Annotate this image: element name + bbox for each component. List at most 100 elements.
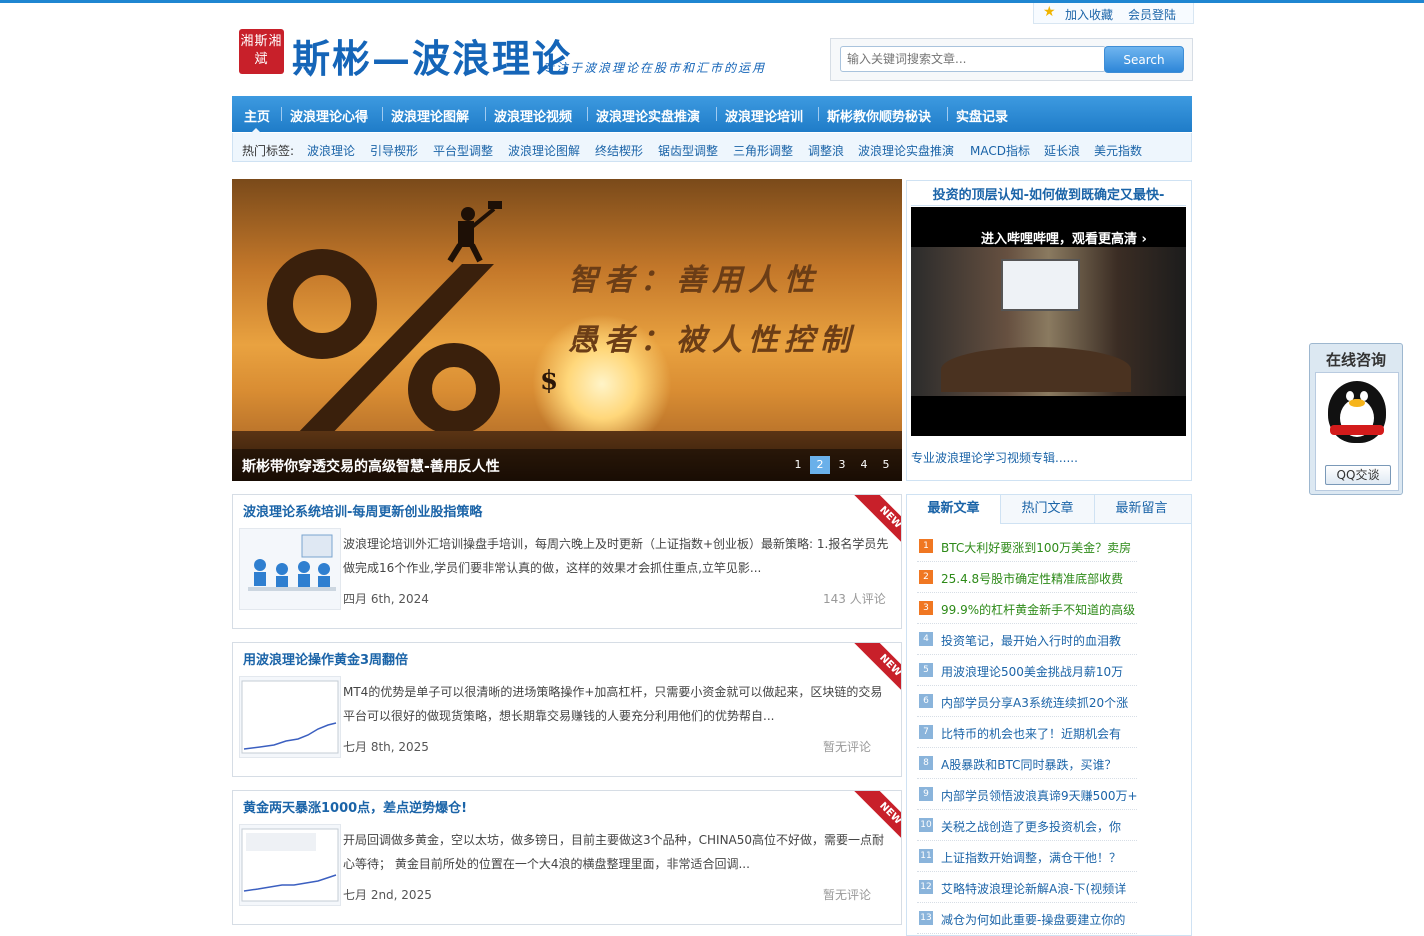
nav-item-shipan[interactable]: 实盘记录: [956, 106, 1008, 125]
hero-slider[interactable]: $ 智者：善用人性 愚者：被人性控制 斯彬带你穿透交易的高级智慧-善用反人性 1…: [232, 179, 902, 481]
tag-link[interactable]: 波浪理论图解: [508, 142, 580, 159]
nav-item-shipin[interactable]: 波浪理论视频: [494, 106, 572, 125]
article-card: 用波浪理论操作黄金3周翻倍 NEW MT4的优势是单子可以很清晰的进场策略操作+…: [232, 642, 902, 777]
article-date: 七月 8th, 2025: [343, 740, 429, 754]
bilibili-overlay[interactable]: 进入哔哩哔哩，观看更高清 ›: [981, 228, 1147, 247]
member-login-link[interactable]: 会员登陆: [1128, 6, 1176, 23]
article-excerpt: 开局回调做多黄金，空以太坊，做多镑日，目前主要做这3个品种，CHINA50高位不…: [343, 833, 885, 871]
sidebar-item-title[interactable]: 99.9%的杠杆黄金新手不知道的高级: [941, 601, 1141, 618]
site-subtitle: 专注于波浪理论在股市和汇市的运用: [542, 61, 767, 75]
sidebar-item-title[interactable]: 比特币的机会也来了！近期机会有: [941, 725, 1141, 742]
tag-link[interactable]: 调整浪: [808, 142, 844, 159]
tag-link[interactable]: 波浪理论: [307, 142, 355, 159]
sidebar-list-item[interactable]: 12 艾略特波浪理论新解A浪-下(视频详: [917, 872, 1137, 903]
article-title[interactable]: 用波浪理论操作黄金3周翻倍: [243, 649, 408, 668]
article-thumbnail[interactable]: [239, 824, 341, 906]
video-album-link[interactable]: 专业波浪理论学习视频专辑......: [911, 449, 1078, 466]
sidebar-item-title[interactable]: 艾略特波浪理论新解A浪-下(视频详: [941, 880, 1141, 897]
sidebar-list-item[interactable]: 1 BTC大利好要涨到100万美金？卖房: [917, 531, 1137, 562]
sidebar-list-item[interactable]: 10 关税之战创造了更多投资机会，你: [917, 810, 1137, 841]
sidebar-item-title[interactable]: 内部学员领悟波浪真谛9天赚500万+: [941, 787, 1141, 804]
nav-item-mijue[interactable]: 斯彬教你顺势秘诀: [827, 106, 931, 125]
tag-link[interactable]: 平台型调整: [433, 142, 493, 159]
search-button[interactable]: Search: [1104, 46, 1184, 73]
rank-number: 6: [919, 694, 933, 708]
article-excerpt: MT4的优势是单子可以很清晰的进场策略操作+加高杠杆，只需要小资金就可以做起来，…: [343, 685, 883, 723]
rank-number: 8: [919, 756, 933, 770]
rank-number: 4: [919, 632, 933, 646]
tab-latest-articles[interactable]: 最新文章: [907, 495, 1000, 524]
slider-dot[interactable]: 1: [788, 456, 808, 474]
search-input[interactable]: [840, 46, 1106, 72]
tag-link[interactable]: 终结楔形: [595, 142, 643, 159]
site-title[interactable]: 斯彬—波浪理论: [292, 28, 572, 83]
main-nav: 主页 波浪理论心得 波浪理论图解 波浪理论视频 波浪理论实盘推演 波浪理论培训 …: [232, 96, 1192, 133]
sidebar-list-item[interactable]: 11 上证指数开始调整，满仓干他！？: [917, 841, 1137, 872]
slider-dot[interactable]: 3: [832, 456, 852, 474]
sidebar-list-item[interactable]: 4 投资笔记，最开始入行时的血泪教: [917, 624, 1137, 655]
sidebar-item-title[interactable]: 减仓为何如此重要-操盘要建立你的: [941, 911, 1141, 928]
video-player[interactable]: 进入哔哩哔哩，观看更高清 ›: [911, 207, 1186, 436]
slider-dot-active[interactable]: 2: [810, 456, 830, 474]
article-title[interactable]: 黄金两天暴涨1000点，差点逆势爆仓!: [243, 797, 467, 816]
sidebar-item-title[interactable]: 关税之战创造了更多投资机会，你: [941, 818, 1141, 835]
tag-link[interactable]: 波浪理论实盘推演: [858, 142, 954, 159]
article-comments[interactable]: 暂无评论: [823, 886, 871, 903]
sidebar-list-item[interactable]: 5 用波浪理论500美金挑战月薪10万: [917, 655, 1137, 686]
top-links: ★ 加入收藏 会员登陆: [1033, 3, 1194, 24]
sidebar-item-title[interactable]: 内部学员分享A3系统连续抓20个涨: [941, 694, 1141, 711]
article-thumbnail[interactable]: [239, 676, 341, 758]
article-comments[interactable]: 143 人评论: [823, 590, 886, 607]
article-date: 七月 2nd, 2025: [343, 888, 432, 902]
video-box: 投资的顶层认知-如何做到既确定又最快- 进入哔哩哔哩，观看更高清 › 专业波浪理…: [906, 180, 1192, 481]
logo-seal[interactable]: 湘斯湘斌: [239, 29, 284, 74]
tag-link[interactable]: MACD指标: [970, 142, 1030, 159]
search-box: Search: [830, 38, 1193, 81]
article-title[interactable]: 波浪理论系统培训-每周更新创业股指策略: [243, 501, 482, 520]
tab-latest-comments[interactable]: 最新留言: [1094, 495, 1188, 523]
nav-item-home[interactable]: 主页: [244, 106, 270, 125]
article-date: 四月 6th, 2024: [343, 592, 429, 606]
tag-link[interactable]: 美元指数: [1094, 142, 1142, 159]
rank-number: 5: [919, 663, 933, 677]
sidebar-list-item[interactable]: 3 99.9%的杠杆黄金新手不知道的高级: [917, 593, 1137, 624]
qq-chat-button[interactable]: QQ交谈: [1325, 465, 1391, 485]
tag-link[interactable]: 三角形调整: [733, 142, 793, 159]
sidebar-item-title[interactable]: 25.4.8号股市确定性精准底部收费: [941, 570, 1141, 587]
sidebar-item-title[interactable]: BTC大利好要涨到100万美金？卖房: [941, 539, 1141, 556]
nav-item-tujie[interactable]: 波浪理论图解: [391, 106, 469, 125]
qq-body: QQ交谈: [1315, 372, 1399, 491]
tag-link[interactable]: 延长浪: [1044, 142, 1080, 159]
sidebar-list-item[interactable]: 7 比特币的机会也来了！近期机会有: [917, 717, 1137, 748]
sidebar-list-item[interactable]: 13 减仓为何如此重要-操盘要建立你的: [917, 903, 1137, 934]
article-thumbnail[interactable]: [239, 528, 341, 610]
nav-item-peixun[interactable]: 波浪理论培训: [725, 106, 803, 125]
rank-number: 3: [919, 601, 933, 615]
sidebar-item-title[interactable]: 投资笔记，最开始入行时的血泪教: [941, 632, 1141, 649]
rank-number: 12: [919, 880, 933, 894]
sidebar-item-title[interactable]: A股暴跌和BTC同时暴跌，买谁？: [941, 756, 1141, 773]
sidebar-list-item[interactable]: 8 A股暴跌和BTC同时暴跌，买谁？: [917, 748, 1137, 779]
article-comments[interactable]: 暂无评论: [823, 738, 871, 755]
tag-link[interactable]: 锯齿型调整: [658, 142, 718, 159]
svg-text:$: $: [540, 366, 558, 396]
sidebar-list-item[interactable]: 2 25.4.8号股市确定性精准底部收费: [917, 562, 1137, 593]
nav-item-xinde[interactable]: 波浪理论心得: [290, 106, 368, 125]
nav-item-tuiyan[interactable]: 波浪理论实盘推演: [596, 106, 700, 125]
article-card: 波浪理论系统培训-每周更新创业股指策略 NEW 波浪理论培训外汇培训操盘手培训，…: [232, 494, 902, 629]
slider-dot[interactable]: 4: [854, 456, 874, 474]
add-favorite-link[interactable]: 加入收藏: [1065, 6, 1113, 23]
tag-link[interactable]: 引导楔形: [370, 142, 418, 159]
hot-tags-label: 热门标签:: [242, 144, 295, 158]
slider-dot[interactable]: 5: [876, 456, 896, 474]
tab-hot-articles[interactable]: 热门文章: [1000, 495, 1094, 523]
slider-caption[interactable]: 斯彬带你穿透交易的高级智慧-善用反人性: [242, 456, 500, 476]
online-consult-widget: 在线咨询 QQ交谈: [1309, 343, 1403, 495]
video-title[interactable]: 投资的顶层认知-如何做到既确定又最快-: [911, 183, 1186, 206]
sidebar-item-title[interactable]: 用波浪理论500美金挑战月薪10万: [941, 663, 1141, 680]
sidebar-item-title[interactable]: 上证指数开始调整，满仓干他！？: [941, 849, 1141, 866]
sidebar-article-panel: 最新文章 热门文章 最新留言 1 BTC大利好要涨到100万美金？卖房 2 25.4.…: [906, 494, 1192, 936]
rank-number: 11: [919, 849, 933, 863]
sidebar-list-item[interactable]: 9 内部学员领悟波浪真谛9天赚500万+: [917, 779, 1138, 810]
sidebar-list-item[interactable]: 6 内部学员分享A3系统连续抓20个涨: [917, 686, 1137, 717]
